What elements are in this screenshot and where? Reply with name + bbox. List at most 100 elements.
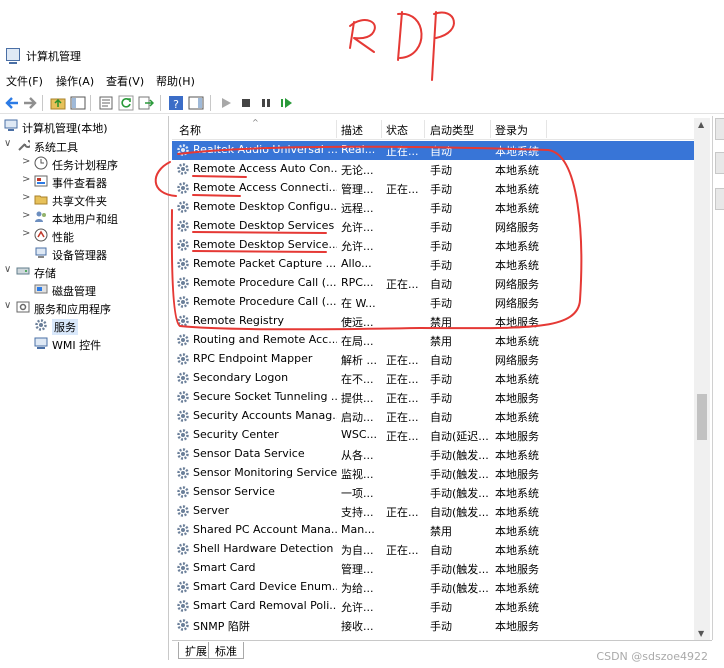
show-hide-tree-icon[interactable] — [70, 95, 86, 111]
menu-bar: 文件(F) 操作(A) 查看(V) 帮助(H) — [0, 70, 724, 90]
tab-standard[interactable]: 标准 — [208, 642, 244, 659]
start-service-icon[interactable] — [218, 95, 234, 111]
table-row[interactable]: Secondary Logon 在不... 正在... 手动 本地系统 — [172, 369, 710, 388]
chevron-down-icon[interactable]: ∨ — [4, 300, 14, 311]
column-divider[interactable] — [546, 120, 547, 138]
actions-pane-tab[interactable] — [715, 118, 724, 140]
gear-icon — [177, 258, 189, 270]
gear-icon — [177, 353, 189, 365]
service-log-on-as: 网络服务 — [495, 297, 539, 310]
menu-view[interactable]: 查看(V) — [106, 73, 144, 89]
table-row[interactable]: Remote Registry 使远... 禁用 本地服务 — [172, 312, 710, 331]
menu-help[interactable]: 帮助(H) — [156, 73, 195, 89]
service-log-on-as: 本地服务 — [495, 563, 539, 576]
table-row[interactable]: RPC Endpoint Mapper 解析 ... 正在... 自动 网络服务 — [172, 350, 710, 369]
service-description: RPC... — [341, 276, 374, 289]
chevron-down-icon[interactable]: ∨ — [4, 138, 14, 149]
event-viewer-icon — [34, 175, 48, 187]
gear-icon — [177, 277, 189, 289]
chevron-right-icon[interactable]: > — [22, 156, 32, 167]
scroll-up-icon[interactable]: ▲ — [698, 120, 704, 129]
service-startup-type: 手动 — [430, 373, 452, 386]
table-row[interactable]: Shell Hardware Detection 为自... 正在... 自动 本地系统 — [172, 540, 710, 559]
table-row[interactable]: Server 支持... 正在... 自动(触发... 本地系统 — [172, 502, 710, 521]
table-row[interactable]: Smart Card Removal Poli... 允许... 手动 本地系统 — [172, 597, 710, 616]
show-action-pane-icon[interactable] — [188, 95, 204, 111]
table-row[interactable]: Sensor Monitoring Service 监视... 手动(触发... 本地… — [172, 464, 710, 483]
stop-service-icon[interactable] — [238, 95, 254, 111]
help-icon[interactable]: ? — [168, 95, 184, 111]
gear-icon — [35, 319, 47, 331]
back-arrow-icon[interactable] — [4, 95, 20, 111]
export-list-icon[interactable] — [138, 95, 154, 111]
chevron-down-icon[interactable]: ∨ — [4, 264, 14, 275]
column-header-startup-type[interactable]: 启动类型 — [430, 122, 474, 138]
column-header-name[interactable]: 名称 — [179, 122, 201, 138]
actions-pane-tab[interactable] — [715, 152, 724, 174]
service-name: Sensor Data Service — [193, 447, 305, 460]
forward-arrow-icon[interactable] — [22, 95, 38, 111]
properties-icon[interactable] — [98, 95, 114, 111]
table-row[interactable]: Smart Card 管理... 手动(触发... 本地服务 — [172, 559, 710, 578]
gear-icon — [177, 562, 189, 574]
wmi-icon — [34, 337, 48, 349]
table-row[interactable]: Security Accounts Manag... 启动... 正在... 自动 本地… — [172, 407, 710, 426]
window-title: 计算机管理 — [26, 50, 81, 63]
refresh-icon[interactable] — [118, 95, 134, 111]
service-status: 正在... — [386, 506, 419, 519]
up-folder-icon[interactable] — [50, 95, 66, 111]
column-divider[interactable] — [381, 120, 382, 138]
service-startup-type: 禁用 — [430, 525, 452, 538]
service-log-on-as: 本地系统 — [495, 506, 539, 519]
gear-icon — [177, 334, 189, 346]
chevron-right-icon[interactable]: > — [22, 174, 32, 185]
table-row[interactable]: Security Center WSC... 正在... 自动(延迟... 本地服务 — [172, 426, 710, 445]
gear-icon — [177, 448, 189, 460]
chevron-right-icon[interactable]: > — [22, 228, 32, 239]
table-row[interactable]: Shared PC Account Mana... Man... 禁用 本地系统 — [172, 521, 710, 540]
chevron-right-icon[interactable]: > — [22, 192, 32, 203]
table-row[interactable]: Smart Card Device Enum... 为给... 手动(触发... 本地… — [172, 578, 710, 597]
folder-icon — [34, 195, 48, 205]
column-header-description[interactable]: 描述 — [341, 122, 363, 138]
table-row[interactable]: Remote Desktop Services 允许... 手动 网络服务 — [172, 217, 710, 236]
service-log-on-as: 本地服务 — [495, 392, 539, 405]
chevron-right-icon[interactable]: > — [22, 210, 32, 221]
table-row[interactable]: Sensor Data Service 从各... 手动(触发... 本地系统 — [172, 445, 710, 464]
table-row[interactable]: Secure Socket Tunneling ... 提供... 正在... 手动 本… — [172, 388, 710, 407]
column-header-log-on-as[interactable]: 登录为 — [495, 122, 528, 138]
table-row[interactable]: Remote Procedure Call (... 在 W... 手动 网络服务 — [172, 293, 710, 312]
service-rows: Realtek Audio Universal ... Real... 正在... 自… — [172, 141, 710, 640]
table-row[interactable]: Routing and Remote Acc... 在局... 禁用 本地系统 — [172, 331, 710, 350]
service-log-on-as: 本地系统 — [495, 544, 539, 557]
service-log-on-as: 本地系统 — [495, 202, 539, 215]
table-row[interactable]: Remote Desktop Configu... 远程... 手动 本地系统 — [172, 198, 710, 217]
table-row[interactable]: Realtek Audio Universal ... Real... 正在... 自… — [172, 141, 710, 160]
actions-pane-tab[interactable] — [715, 188, 724, 210]
service-name: Remote Desktop Services — [193, 219, 335, 232]
table-row[interactable]: Sensor Service 一项... 手动(触发... 本地系统 — [172, 483, 710, 502]
table-row[interactable]: Remote Procedure Call (... RPC... 正在... 自动 网… — [172, 274, 710, 293]
table-row[interactable]: Remote Access Auto Con... 无论... 手动 本地系统 — [172, 160, 710, 179]
scroll-down-icon[interactable]: ▼ — [698, 629, 704, 638]
service-startup-type: 自动 — [430, 544, 452, 557]
service-startup-type: 自动 — [430, 278, 452, 291]
table-row[interactable]: Remote Packet Capture ... Allo... 手动 本地系统 — [172, 255, 710, 274]
column-divider[interactable] — [490, 120, 491, 138]
table-row[interactable]: Remote Access Connecti... 管理... 正在... 手动 本地系… — [172, 179, 710, 198]
restart-service-icon[interactable] — [278, 95, 294, 111]
column-header-status[interactable]: 状态 — [386, 122, 408, 138]
column-divider[interactable] — [336, 120, 337, 138]
gear-icon — [177, 315, 189, 327]
table-row[interactable]: Remote Desktop Service... 允许... 手动 本地系统 — [172, 236, 710, 255]
table-row[interactable]: SNMP 陷阱 接收... 手动 本地服务 — [172, 616, 710, 635]
service-log-on-as: 本地系统 — [495, 601, 539, 614]
menu-action[interactable]: 操作(A) — [56, 73, 94, 89]
gear-icon — [177, 144, 189, 156]
pause-service-icon[interactable] — [258, 95, 274, 111]
scrollbar-thumb[interactable] — [697, 394, 707, 440]
column-divider[interactable] — [424, 120, 425, 138]
menu-file[interactable]: 文件(F) — [6, 73, 43, 89]
service-log-on-as: 本地服务 — [495, 468, 539, 481]
vertical-scrollbar[interactable]: ▲ ▼ — [694, 118, 710, 640]
